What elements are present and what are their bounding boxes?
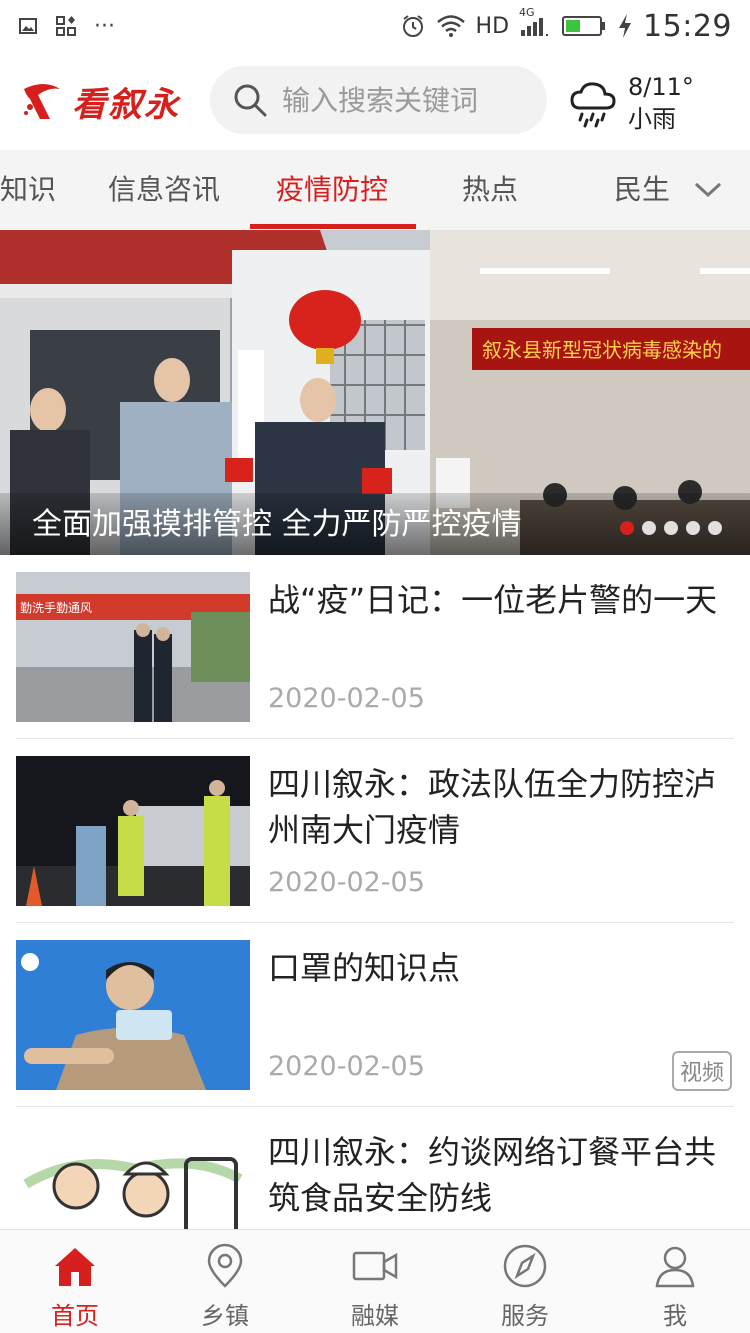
carousel-dot[interactable] [642, 521, 656, 535]
news-title[interactable]: 四川叙永：约谈网络订餐平台共筑食品安全防线 [268, 1129, 734, 1221]
logo-text: 看叙永 [72, 84, 180, 125]
carousel-indicator [620, 521, 722, 535]
bottom-navigation: 首页 乡镇 融媒 服务 我 [0, 1229, 750, 1333]
network-label: HD [475, 13, 510, 39]
news-item[interactable]: 勤洗手勤通风 战“疫”日记：一位老片警的一天 2020-02-05 [16, 555, 734, 739]
tab-hot[interactable]: 热点 [462, 150, 518, 230]
alarm-icon [402, 15, 423, 37]
news-item[interactable]: 四川叙永：政法队伍全力防控泸州南大门疫情 2020-02-05 [16, 739, 734, 923]
news-thumbnail: 勤洗手勤通风 [16, 572, 250, 722]
network-type-label: 4G [519, 6, 535, 19]
weather-condition: 小雨 [628, 105, 676, 133]
news-title[interactable]: 战“疫”日记：一位老片警的一天 [268, 577, 734, 623]
home-icon [55, 1248, 95, 1286]
nav-services[interactable]: 服务 [450, 1230, 600, 1333]
news-thumbnail [16, 1124, 250, 1229]
video-camera-icon [352, 1251, 398, 1281]
app-header: 看叙永 8/11° 小雨 [0, 52, 750, 150]
rain-cloud-icon [570, 82, 616, 128]
app-logo[interactable]: 看叙永 [20, 74, 190, 128]
carousel-dot[interactable] [620, 521, 634, 535]
tabs-expand-button[interactable] [686, 170, 730, 210]
search-input[interactable] [282, 83, 522, 117]
person-icon [655, 1246, 695, 1288]
news-item[interactable]: 口罩的知识点 2020-02-05 视频 [16, 923, 734, 1107]
carousel-dot[interactable] [664, 521, 678, 535]
nav-me[interactable]: 我 [600, 1230, 750, 1333]
nav-towns[interactable]: 乡镇 [150, 1230, 300, 1333]
tab-livelihood[interactable]: 民生 [614, 150, 670, 230]
nav-home[interactable]: 首页 [0, 1230, 150, 1333]
news-date: 2020-02-05 [268, 867, 425, 898]
status-bar: ··· HD 4G 15:29 [0, 0, 750, 52]
banner-sign-text: 叙永县新型冠状病毒感染的 [482, 338, 722, 362]
nav-towns-label: 乡镇 [201, 1302, 249, 1330]
weather-widget[interactable]: 8/11° 小雨 [568, 68, 738, 138]
wifi-icon [436, 15, 465, 37]
carousel-dot[interactable] [708, 521, 722, 535]
news-title[interactable]: 四川叙永：政法队伍全力防控泸州南大门疫情 [268, 761, 734, 853]
logo-swoosh-icon [24, 84, 60, 119]
search-bar[interactable] [210, 66, 547, 134]
headline-carousel[interactable]: 叙永县新型冠状病毒感染的 全面加强摸排管控 全力严防严控疫情 [0, 230, 750, 555]
category-tabs: 知识 信息咨讯 疫情防控 热点 民生 [0, 150, 750, 230]
nav-services-label: 服务 [501, 1302, 549, 1330]
tab-knowledge[interactable]: 知识 [0, 150, 56, 230]
news-item[interactable]: 四川叙永：约谈网络订餐平台共筑食品安全防线 [16, 1107, 734, 1229]
news-date: 2020-02-05 [268, 683, 425, 714]
thumbnail-banner-text: 勤洗手勤通风 [20, 601, 92, 615]
nav-me-label: 我 [663, 1302, 687, 1330]
banner-caption: 全面加强摸排管控 全力严防严控疫情 [32, 507, 522, 542]
charging-icon [619, 14, 632, 38]
news-thumbnail [16, 940, 250, 1090]
battery-icon [562, 16, 606, 36]
tab-epidemic-control[interactable]: 疫情防控 [276, 150, 388, 230]
app-notification-icon [56, 16, 76, 36]
more-notifications-icon: ··· [94, 13, 115, 39]
compass-icon [503, 1244, 547, 1288]
carousel-dot[interactable] [686, 521, 700, 535]
weather-temperature: 8/11° [628, 73, 694, 101]
chevron-down-icon [694, 182, 722, 198]
signal-icon: 4G [519, 6, 551, 38]
gallery-notification-icon [19, 18, 37, 34]
news-date: 2020-02-05 [268, 1051, 425, 1082]
nav-media[interactable]: 融媒 [300, 1230, 450, 1333]
clock: 15:29 [643, 8, 732, 44]
news-thumbnail [16, 756, 250, 906]
news-title[interactable]: 口罩的知识点 [268, 945, 734, 991]
active-tab-indicator [250, 224, 416, 229]
nav-home-label: 首页 [51, 1302, 99, 1330]
tab-news-info[interactable]: 信息咨讯 [108, 150, 220, 230]
video-badge: 视频 [671, 1051, 732, 1091]
location-pin-icon [207, 1243, 243, 1288]
search-icon [234, 84, 267, 117]
nav-media-label: 融媒 [351, 1302, 399, 1330]
